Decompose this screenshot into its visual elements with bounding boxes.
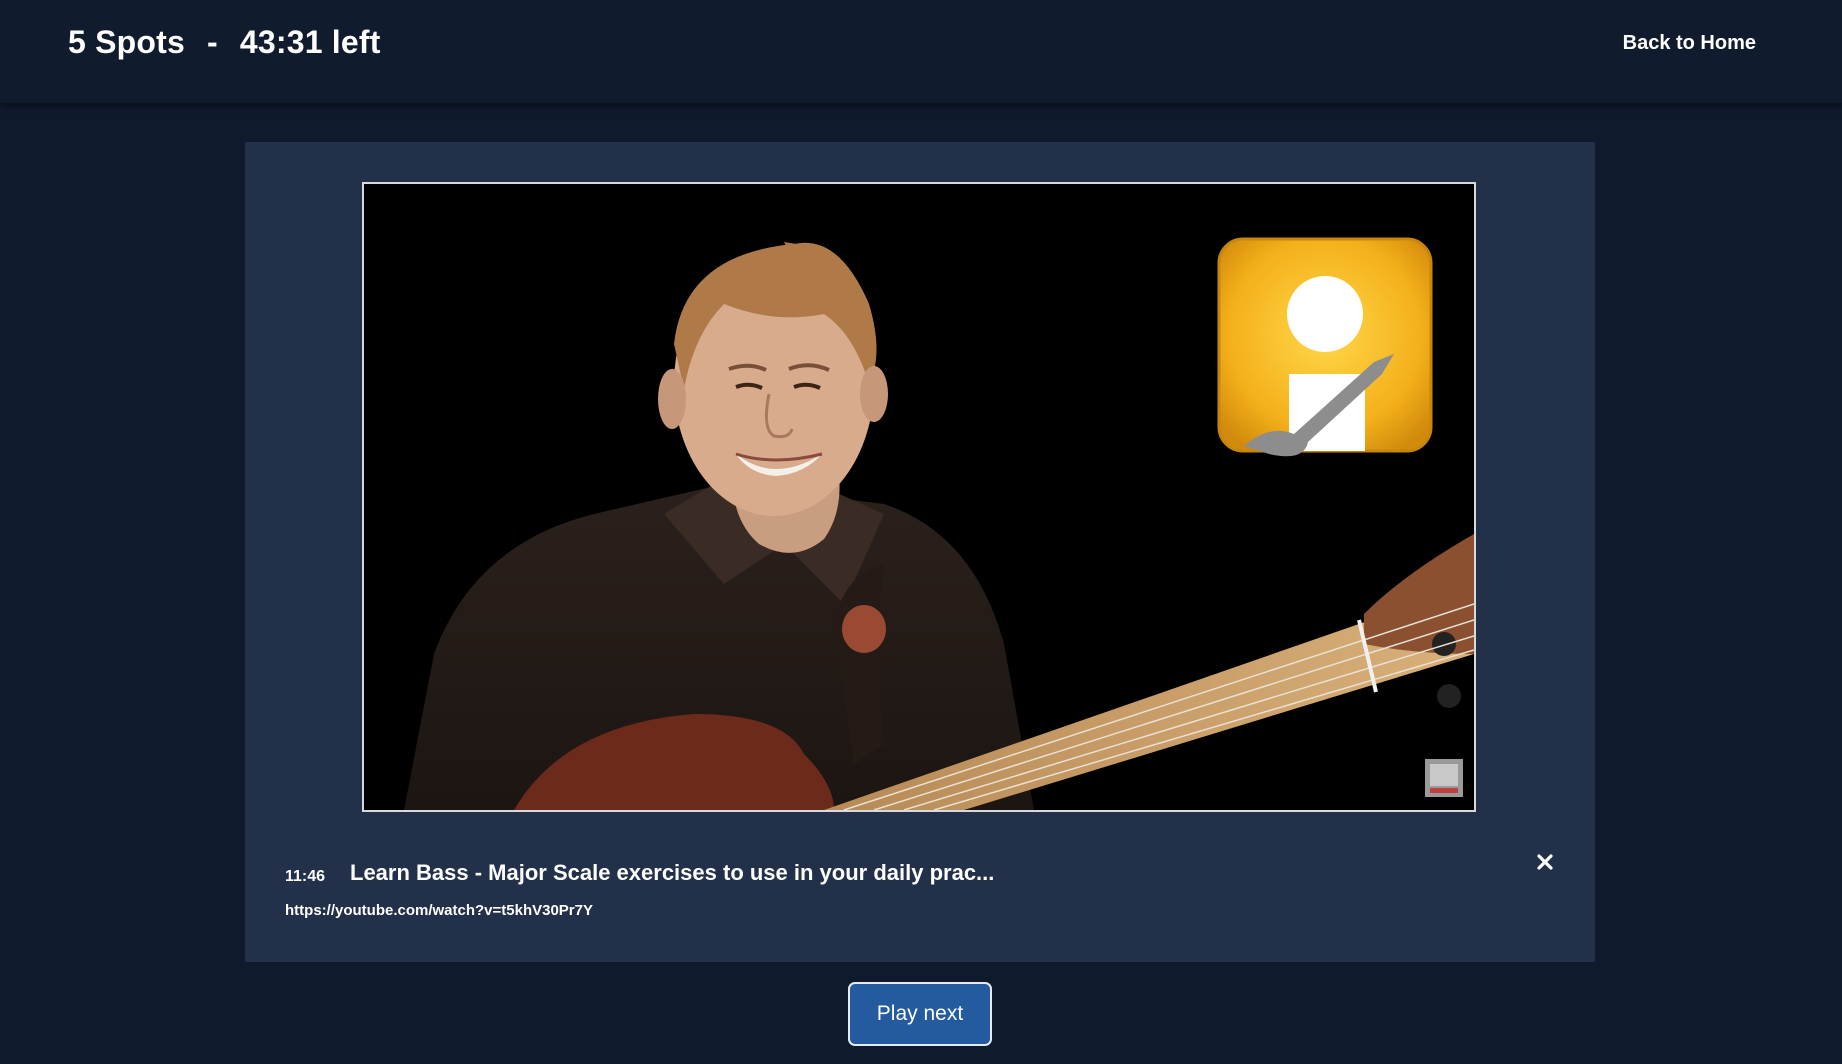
video-duration: 11:46 <box>285 868 326 885</box>
play-next-button[interactable]: Play next <box>848 982 992 1046</box>
top-bar: 5 Spots -43:31 left Back to Home <box>0 0 1842 104</box>
back-to-home-link[interactable]: Back to Home <box>1623 32 1756 55</box>
video-title: Learn Bass - Major Scale exercises to us… <box>350 860 995 885</box>
spots-count: 5 Spots <box>68 24 185 60</box>
close-icon[interactable] <box>1531 848 1559 876</box>
video-player[interactable] <box>362 182 1476 812</box>
session-status: 5 Spots -43:31 left <box>68 24 381 61</box>
channel-logo <box>1217 237 1433 457</box>
status-separator: - <box>206 24 218 60</box>
video-frame <box>364 184 1474 810</box>
video-panel: 11:46 Learn Bass - Major Scale exercises… <box>245 142 1595 962</box>
subscribe-watermark-icon[interactable] <box>1425 759 1463 797</box>
video-url: https://youtube.com/watch?v=t5khV30Pr7Y <box>285 902 593 919</box>
time-left: 43:31 left <box>239 24 381 60</box>
